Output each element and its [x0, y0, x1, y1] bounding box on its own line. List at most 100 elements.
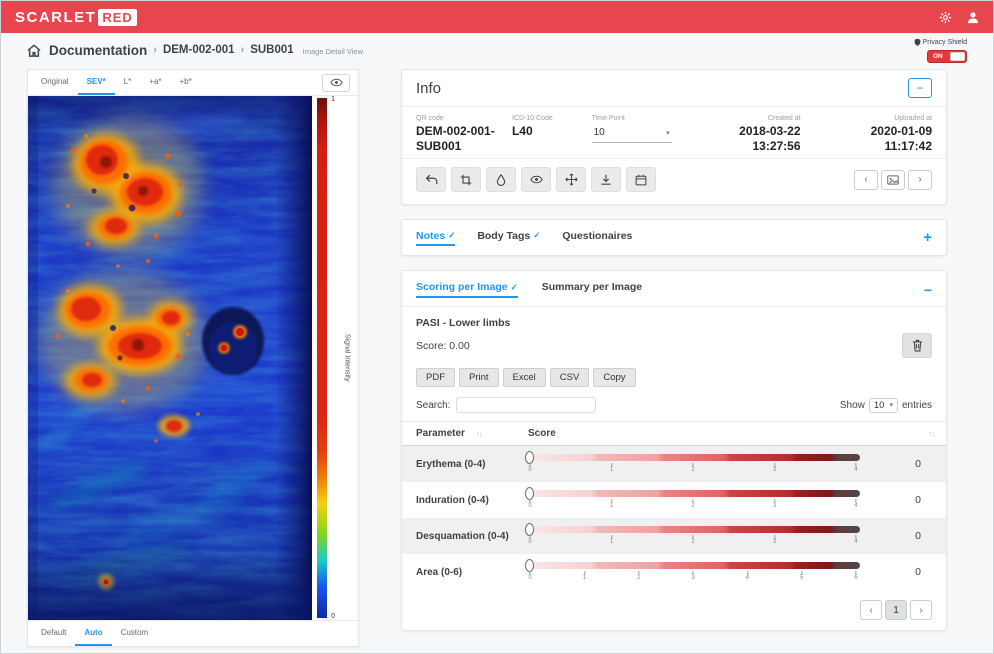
colorbar-max-label: 1	[331, 96, 335, 103]
score-value: 0	[915, 458, 921, 470]
privacy-shield: Privacy Shield ON	[914, 38, 967, 63]
search-label: Search:	[416, 399, 451, 411]
privacy-shield-label: Privacy Shield	[922, 39, 967, 46]
slider-track[interactable]	[528, 490, 860, 497]
table-row: Desquamation (0-4) 01234 0	[402, 518, 946, 554]
eye-button[interactable]	[521, 167, 551, 192]
created-at-value: 2018-03-22 13:27:56	[739, 124, 801, 153]
breadcrumb: Documentation › DEM-002-001 › SUB001 Ima…	[1, 33, 993, 67]
pasi-section-title: PASI - Lower limbs	[416, 317, 511, 329]
table-pagination: ‹ 1 ›	[402, 590, 946, 630]
pagination-page-1[interactable]: 1	[885, 600, 907, 620]
scoring-card: Scoring per Image ✓ Summary per Image − …	[401, 270, 947, 631]
home-icon[interactable]	[27, 43, 41, 57]
tab-sev[interactable]: SEV*	[77, 70, 115, 95]
pagination-next-button[interactable]: ›	[910, 600, 932, 620]
export-buttons: PDF Print Excel CSV Copy	[402, 362, 946, 395]
export-copy-button[interactable]: Copy	[593, 368, 636, 387]
next-image-button[interactable]: ›	[908, 169, 932, 190]
pagination-previous-button[interactable]: ‹	[860, 600, 882, 620]
tab-default[interactable]: Default	[32, 621, 75, 646]
time-point-select[interactable]: 10 ▾	[591, 124, 672, 143]
breadcrumb-subimage[interactable]: SUB001	[250, 44, 293, 56]
export-excel-button[interactable]: Excel	[502, 368, 546, 387]
brand-badge: RED	[98, 8, 137, 26]
colormap-tab-bar: Default Auto Custom	[28, 620, 358, 646]
score-slider[interactable]: 01234	[525, 451, 860, 477]
tab-scoring-per-image[interactable]: Scoring per Image ✓	[416, 281, 518, 298]
add-note-button[interactable]: +	[923, 229, 932, 246]
qr-code-label: QR code	[416, 115, 444, 122]
breadcrumb-separator: ›	[153, 44, 157, 56]
entries-select[interactable]: 10 ▾	[868, 397, 898, 413]
sort-icon: ↑↓	[928, 429, 935, 438]
previous-image-button[interactable]: ‹	[854, 169, 878, 190]
thermal-image-canvas	[28, 96, 312, 620]
score-slider[interactable]: 01234	[525, 487, 860, 513]
breadcrumb-documentation[interactable]: Documentation	[49, 43, 147, 58]
tab-b[interactable]: +b*	[171, 70, 201, 95]
slider-track[interactable]	[528, 562, 860, 569]
undo-button[interactable]	[416, 167, 446, 192]
color-drops-button[interactable]	[486, 167, 516, 192]
brand-text: SCARLET	[15, 8, 97, 26]
info-card: Info − QR code DEM-002-001-SUB001 ICD-10…	[401, 69, 947, 205]
slider-track[interactable]	[528, 526, 860, 533]
column-header-value[interactable]: ↑↓	[876, 421, 946, 446]
score-value: 0	[915, 494, 921, 506]
search-input[interactable]	[456, 397, 597, 413]
score-slider[interactable]: 0123456	[525, 559, 860, 585]
column-header-score[interactable]: Score	[514, 421, 876, 446]
settings-gear-icon[interactable]	[939, 11, 952, 24]
export-csv-button[interactable]: CSV	[549, 368, 590, 387]
score-value: 0	[915, 566, 921, 578]
app-logo[interactable]: SCARLET RED	[15, 8, 137, 26]
thermal-image[interactable]	[28, 96, 312, 620]
breadcrumb-subject[interactable]: DEM-002-001	[163, 44, 235, 56]
field-created-at: Created at 2018-03-22 13:27:56	[698, 115, 800, 154]
user-account-icon[interactable]	[967, 11, 979, 24]
image-toolbar: ‹ ›	[402, 159, 946, 204]
tab-auto[interactable]: Auto	[75, 621, 112, 646]
parameter-label: Area (0-6)	[416, 566, 463, 578]
time-point-label: Time Point	[591, 115, 625, 122]
info-collapse-button[interactable]: −	[908, 78, 932, 98]
tab-body-tags[interactable]: Body Tags ✓	[477, 230, 540, 246]
check-icon: ✓	[448, 230, 456, 240]
parameter-label: Erythema (0-4)	[416, 458, 486, 470]
created-at-label: Created at	[767, 115, 801, 122]
move-button[interactable]	[556, 167, 586, 192]
export-print-button[interactable]: Print	[459, 368, 499, 387]
toggle-knob	[950, 51, 965, 61]
check-icon: ✓	[533, 230, 541, 240]
field-icd-code: ICD-10 Code L40	[512, 115, 592, 154]
toggle-state: ON	[933, 52, 943, 60]
privacy-shield-toggle[interactable]: ON	[927, 49, 967, 63]
preview-eye-button[interactable]	[322, 73, 350, 92]
calendar-button[interactable]	[626, 167, 656, 192]
icd-code-value: L40	[511, 124, 533, 138]
score-value: 0	[915, 530, 921, 542]
column-header-parameter[interactable]: Parameter ↑↓	[402, 421, 514, 446]
delete-score-button[interactable]	[902, 333, 932, 358]
slider-track[interactable]	[528, 454, 860, 461]
tab-original[interactable]: Original	[32, 70, 78, 95]
download-button[interactable]	[591, 167, 621, 192]
crop-button[interactable]	[451, 167, 481, 192]
uploaded-at-label: Uploaded at	[894, 115, 932, 122]
parameter-label: Desquamation (0-4)	[416, 530, 509, 542]
tab-notes[interactable]: Notes ✓	[416, 230, 456, 246]
caret-down-icon: ▾	[889, 402, 893, 409]
info-card-title: Info	[416, 79, 442, 97]
export-pdf-button[interactable]: PDF	[416, 368, 455, 387]
tab-l[interactable]: L*	[115, 70, 141, 95]
tab-a[interactable]: +a*	[140, 70, 170, 95]
score-slider[interactable]: 01234	[525, 523, 860, 549]
scoring-collapse-button[interactable]: −	[924, 282, 932, 298]
show-label: Show	[839, 399, 865, 411]
tab-summary-per-image[interactable]: Summary per Image	[542, 281, 642, 298]
tab-questionaires[interactable]: Questionaires	[562, 230, 632, 246]
tab-custom[interactable]: Custom	[112, 621, 158, 646]
slider-ticks: 01234	[528, 463, 858, 476]
image-gallery-button[interactable]	[881, 169, 905, 190]
